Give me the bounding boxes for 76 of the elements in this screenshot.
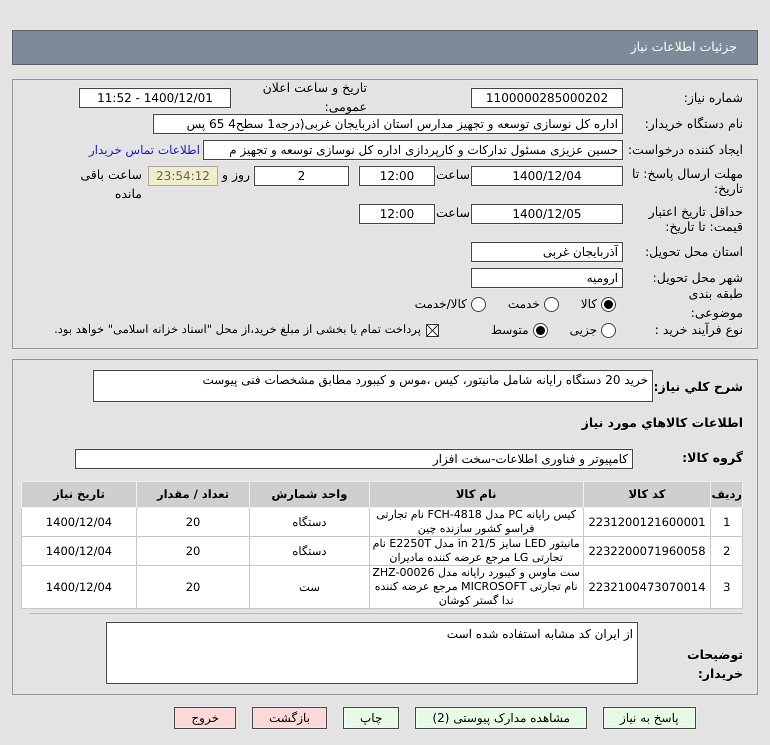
payment-note: پرداخت تمام یا بخشی از مبلغ خرید،از محل "اسناد خزانه اسلامی" خواهد بود. <box>54 321 421 338</box>
column-header: تعداد / مقدار <box>136 481 250 508</box>
description-field: خرید 20 دستگاه رایانه شامل مانیتور، کیس ،موس و کیبورد مطابق مشخصات فنی پیوست <box>93 370 653 402</box>
table-cell: ست <box>250 565 370 608</box>
column-header: نام کالا <box>369 481 584 508</box>
table-cell: مانیتور LED سایز 21/5 in مدل E2250T نام تجارتی LG مرجع عرضه کننده مادیران <box>369 536 584 566</box>
page-title: جزئیات اطلاعات نیاز <box>630 38 737 56</box>
column-header: واحد شمارش <box>250 481 370 508</box>
field-value: اداره کل نوسازی توسعه و تجهیز مدارس استان اذربایجان غربی(درجه1 سطح4 65 پس <box>153 114 623 134</box>
field-value: آذربایجان غربی <box>471 242 623 262</box>
field-value: 2 <box>254 166 349 186</box>
table-cell: 20 <box>136 507 250 536</box>
field-label: استان محل تحویل: <box>644 242 743 261</box>
radio-button[interactable] <box>544 296 559 312</box>
field-label: شماره نیاز: <box>682 88 743 107</box>
field-value: کامپیوتر و فناوری اطلاعات-سخت افزار <box>75 448 633 469</box>
contact-link[interactable]: اطلاعات تماس خریدار <box>88 141 200 159</box>
table-cell: 20 <box>136 565 250 608</box>
radio-button[interactable] <box>601 322 616 338</box>
radio-button[interactable] <box>470 296 486 312</box>
table-cell: 20 <box>136 536 250 566</box>
radio-label: متوسط <box>490 322 529 339</box>
field-label: گروه کالا: <box>681 449 743 468</box>
field-value: 1400/12/05 <box>471 204 623 224</box>
field-value: 1400/12/04 <box>471 166 623 186</box>
column-header: ردیف <box>710 481 742 508</box>
column-header: کد کالا <box>583 481 711 508</box>
field-value: ارومیه <box>471 268 623 288</box>
checkbox[interactable] <box>426 324 439 336</box>
field-label: حداقل تاریخ اعتبار قیمت: تا تاریخ: <box>647 204 743 234</box>
radio-button[interactable] <box>532 322 548 338</box>
radio-button[interactable] <box>601 296 616 312</box>
field-value: 1400/12/01 - 11:52 <box>79 88 231 108</box>
table-cell: 2232100473070014 <box>583 565 711 608</box>
field-label: نوع فرآیند خرید : <box>654 320 743 339</box>
remaining-time: 23:54:12 <box>148 166 218 186</box>
action-button[interactable]: بازگشت <box>252 706 327 729</box>
field-label: ساعت <box>435 166 471 184</box>
radio-label: جزیی <box>570 322 597 339</box>
field-label: مهلت ارسال پاسخ: تا تاریخ: <box>631 166 743 196</box>
field-value: 12:00 <box>359 204 435 224</box>
table-cell: 3 <box>710 565 742 608</box>
table-cell: 1400/12/04 <box>22 507 136 536</box>
action-button[interactable]: پاسخ به نیاز <box>602 706 696 729</box>
field-label: توضیحات خریدار: <box>686 646 743 683</box>
table-cell: دستگاه <box>250 536 370 566</box>
field-label: نام دستگاه خریدار: <box>644 114 743 133</box>
table-cell: ست ماوس و کیبورد رایانه مدل ZHZ-00026 نام تجارتی MICROSOFT مرجع عرضه کننده ندا گستر کوشان <box>369 565 584 608</box>
field-value: 12:00 <box>359 166 435 186</box>
field-label: ساعت <box>435 204 471 222</box>
action-button[interactable]: مشاهده مدارک پیوستی (2) <box>415 706 587 729</box>
field-label: شرح کلي نياز: <box>653 378 743 396</box>
field-label: روز و <box>220 166 252 184</box>
column-header: تاریخ نیاز <box>22 481 136 508</box>
radio-label: کالا <box>580 296 597 313</box>
radio-label: خدمت <box>508 296 540 313</box>
table-cell: دستگاه <box>250 507 370 536</box>
field-label: ایجاد کننده درخواست: <box>626 140 743 159</box>
field-label: تاریخ و ساعت اعلان عمومی: <box>262 79 368 116</box>
table-cell: 2 <box>710 536 742 566</box>
section-heading: اطلاعات كالاهاي مورد نياز <box>580 414 743 432</box>
field-label: ساعت باقی مانده <box>79 166 143 203</box>
table-cell: 1400/12/04 <box>22 565 136 608</box>
action-button[interactable]: چاپ <box>343 706 400 729</box>
table-cell: 1 <box>710 507 742 536</box>
field-value: حسین عزیزی مسئول تدارکات و کارپردازی اداره کل نوسازی توسعه و تجهیز م <box>203 140 623 160</box>
action-button[interactable]: خروج <box>174 706 236 729</box>
field-label: طبقه بندی موضوعی: <box>688 285 743 322</box>
notes-field: از ایران کد مشابه استفاده شده است <box>106 622 638 684</box>
table-cell: 2231200121600001 <box>583 507 711 536</box>
table-cell: 2232200071960058 <box>583 536 711 566</box>
table-cell: 1400/12/04 <box>22 536 136 566</box>
table-cell: کیس رایانه PC مدل FCH-4818 نام تجارتی فراسو کشور سازنده چین <box>369 507 584 536</box>
field-label: شهر محل تحویل: <box>652 268 743 287</box>
field-value: 1100000285000202 <box>471 88 623 108</box>
radio-label: کالا/خدمت <box>414 296 467 313</box>
